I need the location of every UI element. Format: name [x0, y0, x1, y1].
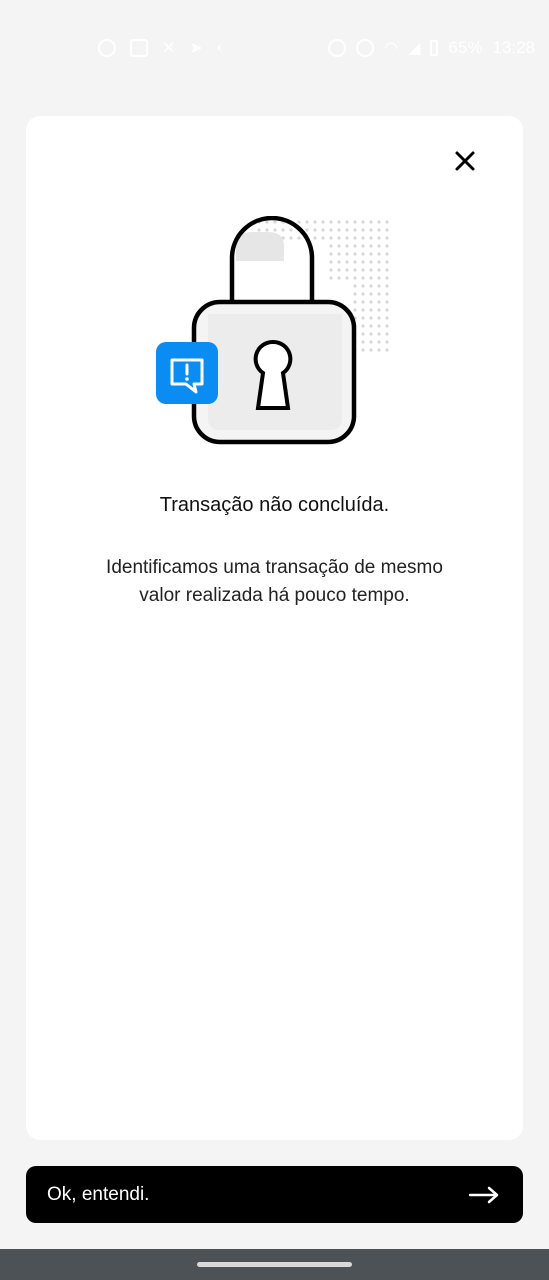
notification-icons: ✕ ➤ ‹ — [98, 38, 222, 58]
telegram-icon: ➤ — [189, 40, 203, 57]
signal-icon: ◢ — [408, 40, 421, 57]
alarm-icon — [328, 39, 347, 57]
close-icon — [455, 151, 475, 171]
system-icons: ◠ ◢ 65% 13:28 — [328, 38, 535, 58]
message-icon — [130, 39, 148, 57]
alert-dialog: Transação não concluída. Identificamos u… — [26, 116, 523, 1140]
arrow-right-icon — [469, 1186, 499, 1203]
status-bar: ✕ ➤ ‹ ◠ ◢ 65% 13:28 — [0, 0, 549, 96]
ok-button-label: Ok, entendi. — [47, 1183, 150, 1205]
chevron-left-icon: ‹ — [216, 39, 223, 56]
close-button[interactable] — [448, 144, 482, 178]
mute-icon — [356, 39, 375, 57]
wifi-icon: ◠ — [384, 40, 399, 57]
battery-percentage: 65% — [448, 38, 483, 57]
battery-icon — [430, 40, 439, 56]
whatsapp-icon — [98, 39, 116, 57]
tools-icon: ✕ — [162, 40, 176, 57]
clock: 13:28 — [492, 38, 535, 57]
home-indicator[interactable] — [197, 1262, 352, 1267]
padlock-alert-icon — [156, 216, 389, 445]
dialog-title: Transação não concluída. — [159, 494, 390, 516]
navigation-bar — [0, 1249, 549, 1280]
dialog-message: Identificamos uma transação de mesmo val… — [106, 557, 443, 606]
ok-understood-button[interactable]: Ok, entendi. — [26, 1166, 523, 1223]
